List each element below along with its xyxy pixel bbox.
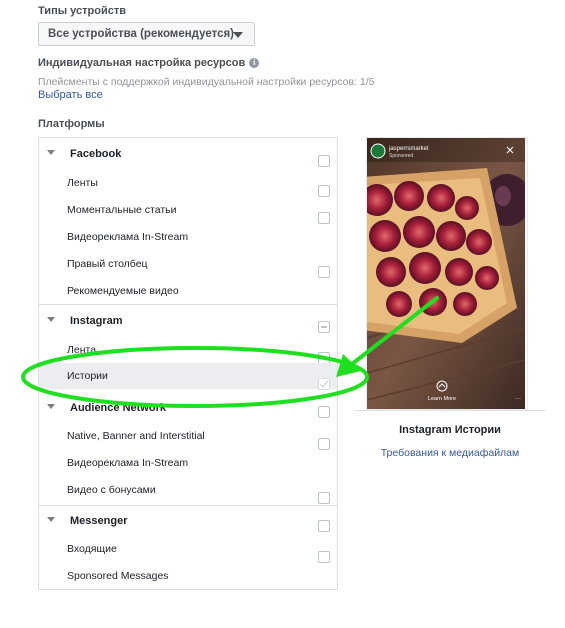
placement-an-rewarded-video[interactable]: Видео с бонусами [39,477,337,504]
checkbox-instagram-stories[interactable] [318,378,330,390]
checkbox-facebook-feeds[interactable] [318,185,330,197]
checkbox-instagram[interactable] [318,321,330,333]
placement-label: Правый столбец [67,258,148,270]
story-preview: jasperrsmarket Sponsored Learn More ··· [366,137,528,410]
collapse-triangle-icon[interactable] [47,150,55,155]
checkbox-messenger-inbox[interactable] [318,551,330,563]
group-messenger[interactable]: Messenger [39,507,337,535]
placement-facebook-feeds[interactable]: Ленты [39,170,337,197]
device-types-title: Типы устройств [38,5,126,17]
group-label-audience-network: Audience Network [70,402,166,414]
checkbox-facebook-instant-articles[interactable] [318,212,330,224]
divider [39,505,337,506]
story-account-name: jasperrsmarket [388,146,429,152]
group-label-messenger: Messenger [70,515,128,527]
divider [39,304,337,305]
placement-messenger-sponsored[interactable]: Sponsored Messages [39,563,337,589]
placement-label: Рекомендуемые видео [67,285,179,297]
checkbox-facebook-right-column[interactable] [318,266,330,278]
fig-tart-photo: jasperrsmarket Sponsored Learn More ··· [367,138,525,409]
placement-instagram-feed[interactable]: Лента [39,337,337,364]
placement-facebook-instream[interactable]: Видеореклама In-Stream [39,224,337,250]
checkbox-facebook[interactable] [318,155,330,167]
asset-customization-subtitle: Плейсменты с поддержкой индивидуальной н… [38,76,375,88]
info-icon[interactable]: i [249,58,260,68]
checkbox-messenger[interactable] [318,520,330,532]
platforms-title: Платформы [38,118,105,130]
select-all-link[interactable]: Выбрать все [38,89,103,101]
story-sponsored-label: Sponsored [389,153,413,159]
placement-label: Видеореклама In-Stream [67,457,189,469]
more-icon[interactable]: ··· [515,396,521,402]
placement-label: Ленты [67,177,98,189]
placement-label: Моментальные статьи [67,204,177,216]
group-instagram[interactable]: Instagram [39,307,337,335]
placement-facebook-suggested-video[interactable]: Рекомендуемые видео [39,278,337,304]
placement-label: Входящие [67,543,117,555]
asset-customization-title: Индивидуальная настройка ресурсов i [38,57,260,69]
group-label-instagram: Instagram [70,315,123,327]
placement-facebook-right-column[interactable]: Правый столбец [39,251,337,278]
placement-label: Видеореклама In-Stream [67,231,189,243]
placement-label: Sponsored Messages [67,570,169,582]
divider [354,410,546,411]
placement-label: Видео с бонусами [67,484,156,496]
group-audience-network[interactable]: Audience Network [39,394,337,422]
placement-facebook-instant-articles[interactable]: Моментальные статьи [39,197,337,224]
checkbox-audience-network[interactable] [318,406,330,418]
caret-down-icon [233,32,243,38]
placement-an-native-banner[interactable]: Native, Banner and Interstitial [39,423,337,450]
group-label-facebook: Facebook [70,148,122,160]
collapse-triangle-icon[interactable] [47,404,55,409]
arrowhead-icon [336,354,361,377]
story-cta[interactable]: Learn More [428,396,456,402]
device-type-selected: Все устройства (рекомендуется) [48,28,235,40]
collapse-triangle-icon[interactable] [47,517,55,522]
platforms-list: Facebook Ленты Моментальные статьи Видео… [38,137,338,590]
preview-title: Instagram Истории [399,424,501,436]
placement-instagram-stories[interactable]: Истории [39,363,337,390]
asset-customization-label: Индивидуальная настройка ресурсов [38,57,246,69]
collapse-triangle-icon[interactable] [47,317,55,322]
placement-label: Native, Banner and Interstitial [67,430,205,442]
story-preview-image: jasperrsmarket Sponsored Learn More ··· [367,138,525,409]
device-type-dropdown[interactable]: Все устройства (рекомендуется) [38,22,255,46]
checkbox-an-native-banner[interactable] [318,438,330,450]
group-facebook[interactable]: Facebook [39,140,337,168]
media-requirements-link[interactable]: Требования к медиафайлам [354,447,546,459]
placement-an-instream[interactable]: Видеореклама In-Stream [39,450,337,476]
placement-messenger-inbox[interactable]: Входящие [39,536,337,563]
placement-label: Истории [67,370,108,382]
checkbox-an-rewarded-video[interactable] [318,492,330,504]
placement-label: Лента [67,344,97,356]
